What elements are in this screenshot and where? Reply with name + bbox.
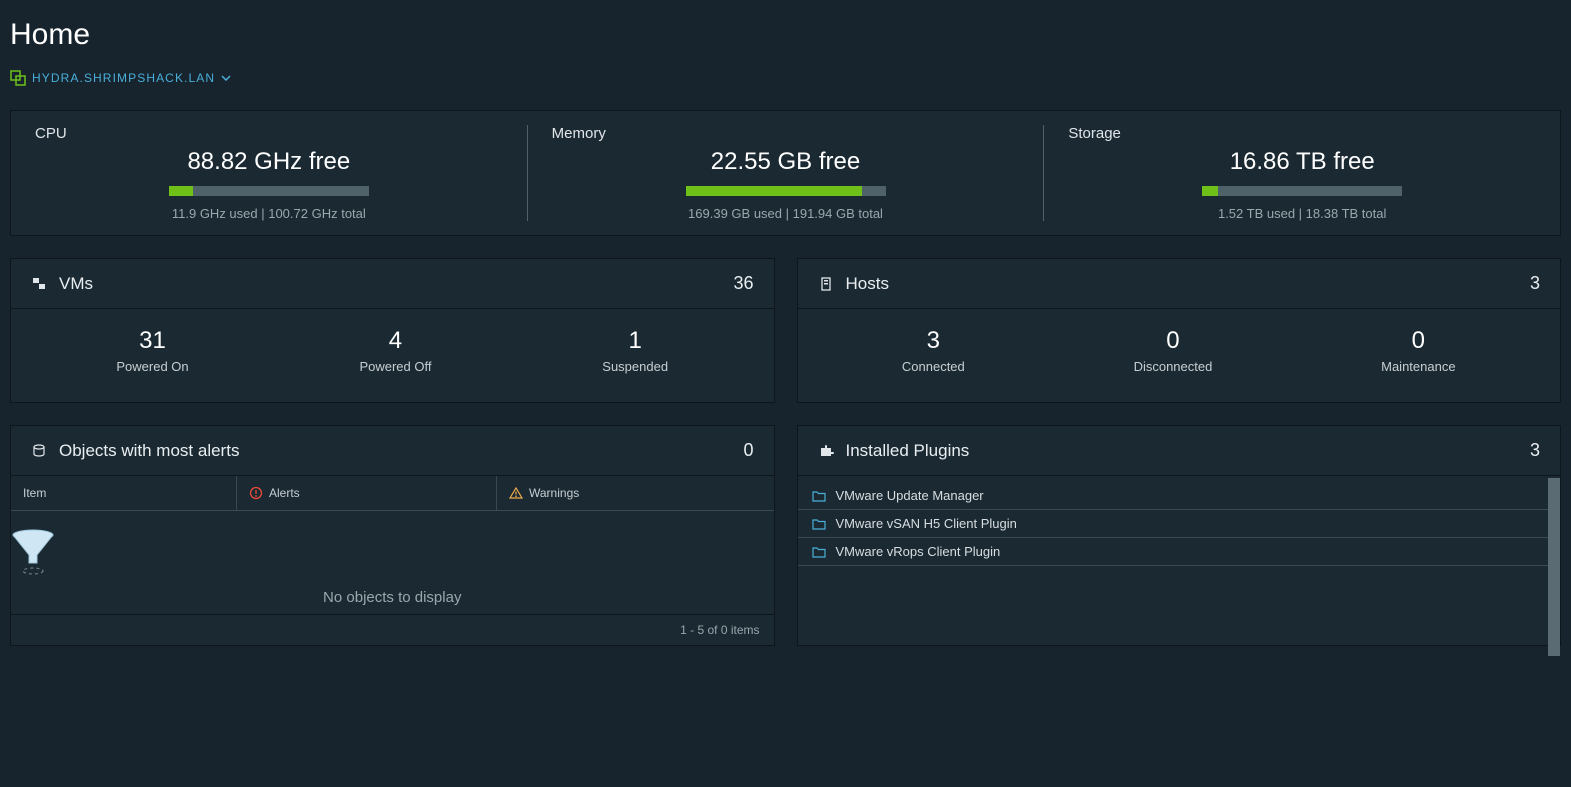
memory-bar [686, 186, 886, 196]
vms-powered-off[interactable]: 4 Powered Off [359, 327, 431, 374]
warning-icon [509, 486, 523, 500]
vms-suspended[interactable]: 1 Suspended [602, 327, 668, 374]
page-title: Home [10, 18, 1561, 52]
memory-free: 22.55 GB free [552, 148, 1020, 176]
vms-powered-on[interactable]: 31 Powered On [116, 327, 188, 374]
alert-icon [249, 486, 263, 500]
plugin-icon [818, 443, 834, 459]
vcenter-icon [10, 70, 26, 86]
vms-total: 36 [733, 273, 753, 294]
storage-free: 16.86 TB free [1068, 148, 1536, 176]
memory-detail: 169.39 GB used | 191.94 GB total [552, 206, 1020, 221]
plugins-scrollbar[interactable] [1548, 478, 1560, 656]
vms-suspended-count: 1 [602, 327, 668, 355]
alerts-table-header: Item Alerts Warnings [11, 476, 774, 511]
memory-label: Memory [552, 125, 1020, 142]
alerts-total: 0 [743, 440, 753, 461]
resource-memory: Memory 22.55 GB free 169.39 GB used | 19… [528, 125, 1045, 221]
hosts-card: Hosts 3 3 Connected 0 Disconnected 0 Mai… [797, 258, 1562, 403]
vms-card: VMs 36 31 Powered On 4 Powered Off 1 Sus… [10, 258, 775, 403]
alerts-col-alerts-label: Alerts [269, 486, 300, 500]
alerts-empty: No objects to display [11, 511, 774, 614]
funnel-icon [11, 529, 774, 577]
hosts-icon [818, 276, 834, 292]
plugin-name: VMware Update Manager [836, 488, 984, 503]
folder-icon [812, 518, 826, 530]
vms-powered-off-count: 4 [359, 327, 431, 355]
alerts-pager: 1 - 5 of 0 items [11, 614, 774, 645]
alerts-title: Objects with most alerts [59, 441, 239, 461]
hosts-disconnected-label: Disconnected [1134, 359, 1213, 374]
plugins-card: Installed Plugins 3 VMware Update Manage… [797, 425, 1562, 646]
storage-detail: 1.52 TB used | 18.38 TB total [1068, 206, 1536, 221]
folder-icon [812, 546, 826, 558]
hosts-maintenance[interactable]: 0 Maintenance [1381, 327, 1455, 374]
hosts-disconnected-count: 0 [1134, 327, 1213, 355]
cpu-label: CPU [35, 125, 503, 142]
vms-icon [31, 276, 47, 292]
hosts-connected-count: 3 [902, 327, 965, 355]
cpu-free: 88.82 GHz free [35, 148, 503, 176]
chevron-down-icon [221, 73, 231, 83]
alerts-col-item[interactable]: Item [11, 476, 236, 510]
alerts-col-warnings[interactable]: Warnings [496, 476, 774, 510]
vms-title: VMs [59, 274, 93, 294]
hosts-disconnected[interactable]: 0 Disconnected [1134, 327, 1213, 374]
hosts-connected-label: Connected [902, 359, 965, 374]
datastore-icon [31, 443, 47, 459]
vms-powered-on-count: 31 [116, 327, 188, 355]
plugin-row[interactable]: VMware vRops Client Plugin [798, 538, 1561, 566]
folder-icon [812, 490, 826, 502]
breadcrumb-host-link[interactable]: HYDRA.SHRIMPSHACK.LAN [10, 70, 231, 86]
vms-suspended-label: Suspended [602, 359, 668, 374]
plugins-total: 3 [1530, 440, 1540, 461]
plugin-row[interactable]: VMware vSAN H5 Client Plugin [798, 510, 1561, 538]
plugin-row[interactable]: VMware Update Manager [798, 482, 1561, 510]
alerts-card: Objects with most alerts 0 Item Alerts W… [10, 425, 775, 646]
plugin-name: VMware vRops Client Plugin [836, 544, 1001, 559]
plugins-list: VMware Update Manager VMware vSAN H5 Cli… [798, 476, 1561, 566]
alerts-col-warnings-label: Warnings [529, 486, 579, 500]
hosts-connected[interactable]: 3 Connected [902, 327, 965, 374]
vms-powered-on-label: Powered On [116, 359, 188, 374]
plugin-name: VMware vSAN H5 Client Plugin [836, 516, 1017, 531]
vms-powered-off-label: Powered Off [359, 359, 431, 374]
breadcrumb-host-label: HYDRA.SHRIMPSHACK.LAN [32, 71, 215, 85]
storage-bar [1202, 186, 1402, 196]
plugins-title: Installed Plugins [846, 441, 970, 461]
hosts-maintenance-count: 0 [1381, 327, 1455, 355]
hosts-title: Hosts [846, 274, 889, 294]
cpu-bar [169, 186, 369, 196]
alerts-col-alerts[interactable]: Alerts [236, 476, 496, 510]
resource-summary: CPU 88.82 GHz free 11.9 GHz used | 100.7… [10, 110, 1561, 236]
alerts-empty-text: No objects to display [11, 589, 774, 606]
hosts-total: 3 [1530, 273, 1540, 294]
storage-label: Storage [1068, 125, 1536, 142]
cpu-detail: 11.9 GHz used | 100.72 GHz total [35, 206, 503, 221]
hosts-maintenance-label: Maintenance [1381, 359, 1455, 374]
breadcrumb: HYDRA.SHRIMPSHACK.LAN [10, 70, 1561, 86]
resource-cpu: CPU 88.82 GHz free 11.9 GHz used | 100.7… [11, 125, 528, 221]
resource-storage: Storage 16.86 TB free 1.52 TB used | 18.… [1044, 125, 1560, 221]
